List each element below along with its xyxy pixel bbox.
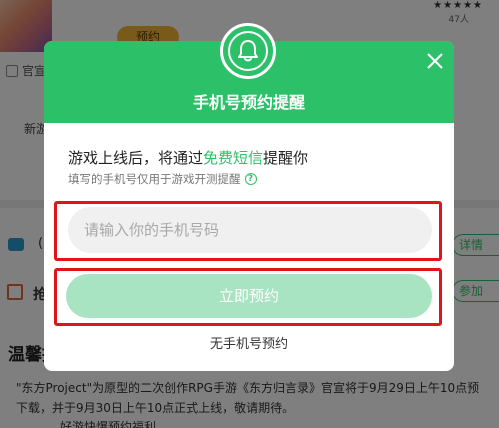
info-line: 游戏上线后，将通过免费短信提醒你 — [68, 147, 308, 168]
bell-icon — [228, 31, 268, 71]
sub-info-line: 填写的手机号仅用于游戏开测提醒 ? — [68, 171, 257, 187]
dialog-title: 手机号预约提醒 — [192, 93, 305, 112]
sub-info-text: 填写的手机号仅用于游戏开测提醒 — [68, 172, 241, 186]
no-phone-reserve-link[interactable]: 无手机号预约 — [44, 333, 454, 352]
phone-reservation-dialog: 手机号预约提醒 游戏上线后，将通过免费短信提醒你 填写的手机号仅用于游戏开测提醒… — [44, 23, 454, 371]
close-icon[interactable] — [425, 51, 445, 71]
phone-number-input[interactable] — [68, 207, 432, 253]
question-circle-icon[interactable]: ? — [244, 173, 257, 185]
bell-badge — [220, 23, 276, 79]
info-highlight: 免费短信 — [203, 149, 264, 167]
info-prefix: 游戏上线后，将通过 — [68, 149, 204, 167]
reserve-now-button[interactable]: 立即预约 — [66, 274, 432, 318]
info-suffix: 提醒你 — [263, 149, 309, 167]
